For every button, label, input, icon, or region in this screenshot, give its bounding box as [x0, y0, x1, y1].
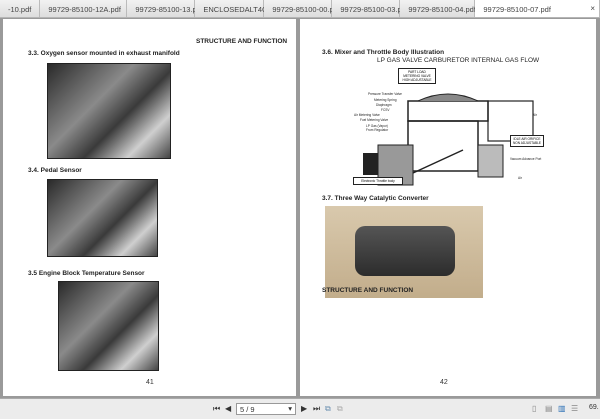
diagram-label: FCSV	[381, 108, 390, 112]
page-header: STRUCTURE AND FUNCTION	[196, 38, 288, 45]
first-page-icon[interactable]: ⏮	[213, 404, 220, 414]
section-heading: 3.6. Mixer and Throttle Body Illustratio…	[322, 49, 445, 56]
last-page-icon[interactable]: ⏭	[313, 404, 320, 414]
diagram-label: Metering Spring	[374, 98, 397, 102]
tab[interactable]: 99729-85100-03.pdf	[332, 0, 408, 17]
pdf-page-41: STRUCTURE AND FUNCTION 3.3. Oxygen senso…	[3, 19, 296, 396]
tab-label: 99729-85100-07.pdf	[483, 5, 551, 14]
tab-bar: -10.pdf 99729-85100-12A.pdf 99729-85100-…	[0, 0, 600, 18]
close-tab-icon[interactable]: ×	[590, 4, 595, 13]
diagram-label: IDLE AIR ORIFICE NON ADJUSTABLE	[510, 135, 544, 147]
section-heading: 3.7. Three Way Catalytic Converter	[322, 195, 429, 202]
diagram-label: Air	[518, 176, 522, 180]
previous-page-icon[interactable]: ◀	[225, 404, 231, 413]
paste-icon[interactable]: ⧉	[337, 404, 343, 414]
single-page-view-icon[interactable]: ▯	[532, 404, 536, 413]
section-heading: 3.3. Oxygen sensor mounted in exhaust ma…	[28, 50, 180, 57]
diagram-label: Electronic Throttle body	[353, 177, 403, 185]
tab-active[interactable]: 99729-85100-07.pdf ×	[475, 0, 600, 17]
zoom-level[interactable]: 69.	[589, 404, 599, 411]
page-number: 41	[146, 379, 154, 386]
temperature-sensor-photo	[58, 281, 159, 371]
section-heading: 3.5 Engine Block Temperature Sensor	[28, 270, 145, 277]
diagram-label: Air Metering Valve	[354, 113, 380, 117]
diagram-title: LP GAS VALVE CARBURETOR INTERNAL GAS FLO…	[377, 57, 540, 64]
oxygen-sensor-photo	[47, 63, 171, 159]
section-heading: 3.4. Pedal Sensor	[28, 167, 82, 174]
tab[interactable]: -10.pdf	[0, 0, 41, 17]
diagram-label: Fuel Metering Valve	[360, 118, 389, 122]
diagram-label: Vacuum Advance Port	[510, 157, 542, 161]
diagram-label: Pressure Transfer Valve	[368, 92, 402, 96]
two-page-continuous-icon[interactable]: ☰	[571, 404, 578, 413]
copy-icon[interactable]: ⧉	[325, 404, 331, 414]
tab[interactable]: 99729-85100-12A.pdf	[40, 0, 128, 17]
continuous-view-icon[interactable]: ▤	[545, 404, 553, 413]
diagram-label: Air	[533, 113, 537, 117]
diagram-label: LP Gas (Vapor) From Regulator	[366, 124, 389, 132]
page-number: 42	[440, 379, 448, 386]
catalytic-converter-photo	[325, 206, 483, 298]
page-header: STRUCTURE AND FUNCTION	[322, 287, 414, 294]
pedal-sensor-photo	[47, 179, 158, 257]
tab[interactable]: 99729-85100-00.pdf	[264, 0, 340, 17]
page-number-field[interactable]: 5 / 9 ▾	[236, 403, 296, 415]
diagram-label: Diaphragm	[376, 103, 392, 107]
pdf-page-42: 3.6. Mixer and Throttle Body Illustratio…	[300, 19, 596, 396]
bottom-toolbar: ⏮ ◀ 5 / 9 ▾ ▶ ⏭ ⧉ ⧉ ▯ ▤ ▥ ☰ 69.	[0, 398, 600, 419]
tab[interactable]: 99729-85100-13.pdf	[127, 0, 203, 17]
diagram-label: PART LOAD METERING VALVE HIGH ADJUSTABLE	[398, 68, 436, 84]
tab[interactable]: 99729-85100-04.pdf	[400, 0, 476, 17]
chevron-down-icon[interactable]: ▾	[288, 404, 292, 413]
two-page-view-icon[interactable]: ▥	[558, 404, 566, 413]
next-page-icon[interactable]: ▶	[301, 404, 307, 413]
carburetor-diagram: PART LOAD METERING VALVE HIGH ADJUSTABLE…	[348, 65, 548, 187]
tab[interactable]: ENCLOSEDALT4G63.pdf	[195, 0, 289, 17]
page-field-value: 5 / 9	[240, 405, 255, 414]
